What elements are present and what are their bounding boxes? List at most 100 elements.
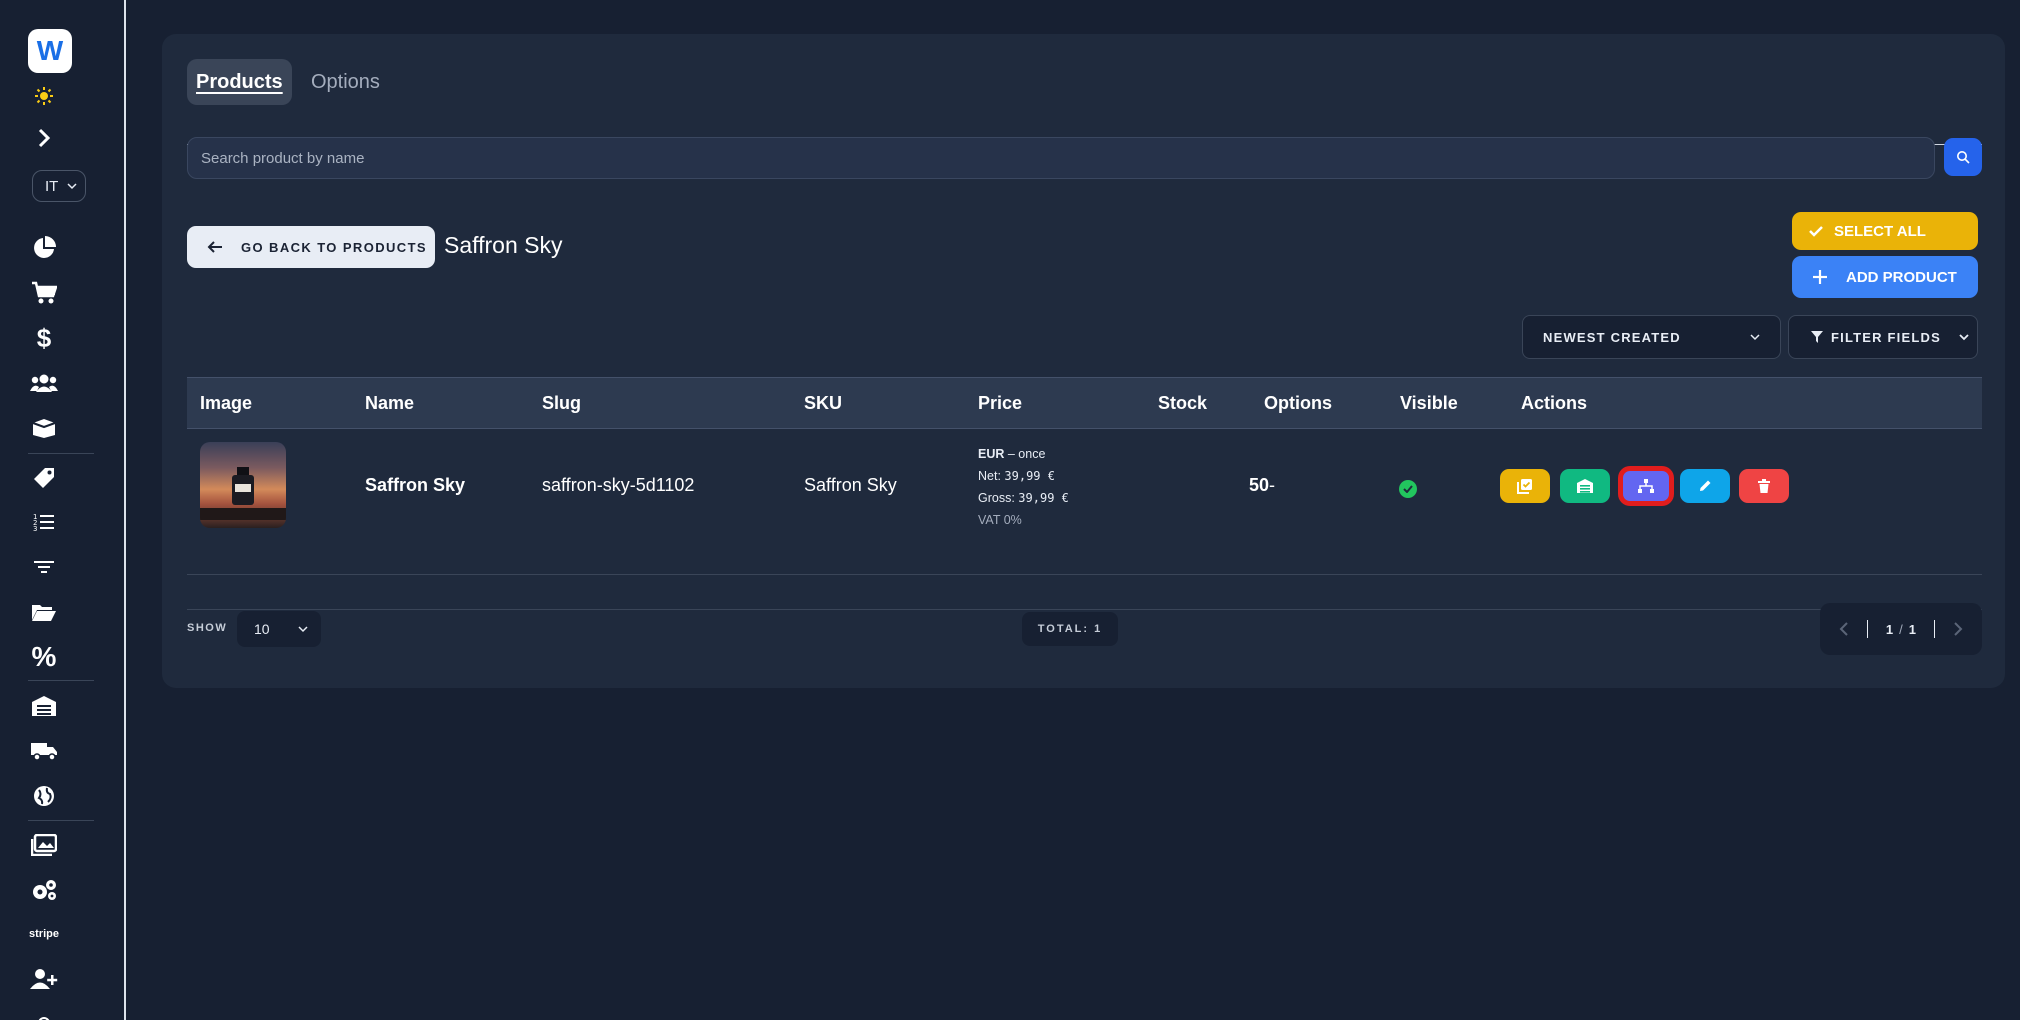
page-size-select[interactable]: 10 — [237, 611, 321, 647]
page-size-value: 10 — [254, 621, 270, 637]
search-icon — [1957, 151, 1970, 164]
delete-button[interactable] — [1739, 469, 1789, 503]
pagination: 1 / 1 — [1820, 603, 1982, 655]
warehouse-icon — [1577, 479, 1593, 493]
language-select[interactable]: IT — [32, 170, 86, 202]
select-all-button[interactable]: SELECT ALL — [1792, 212, 1978, 250]
tab-options[interactable]: Options — [302, 59, 389, 105]
users-icon[interactable] — [24, 365, 64, 401]
svg-text:3: 3 — [33, 525, 37, 532]
table-header: Image Name Slug SKU Price Stock Options … — [187, 377, 1982, 429]
sun-icon[interactable] — [24, 78, 64, 114]
back-button-label: GO BACK TO PRODUCTS — [241, 239, 427, 255]
location-icon[interactable] — [24, 1005, 64, 1020]
sidebar: W IT $ 123 % stripe — [0, 0, 126, 1020]
column-header-name[interactable]: Name — [365, 393, 414, 414]
warehouse-button[interactable] — [1560, 469, 1610, 503]
price-vat: VAT 0% — [978, 513, 1022, 527]
truck-icon[interactable] — [24, 733, 64, 769]
percent-icon[interactable]: % — [24, 639, 64, 675]
table-row[interactable]: Saffron Sky saffron-sky-5d1102 Saffron S… — [187, 429, 1982, 575]
images-icon[interactable] — [24, 827, 64, 863]
select-all-label: SELECT ALL — [1834, 222, 1926, 240]
column-header-image[interactable]: Image — [200, 393, 252, 414]
add-product-label: ADD PRODUCT — [1846, 268, 1957, 286]
chevron-down-icon — [67, 183, 77, 190]
plus-icon — [1813, 270, 1827, 284]
column-header-stock[interactable]: Stock — [1158, 393, 1207, 414]
column-header-sku[interactable]: SKU — [804, 393, 842, 414]
chevron-right-icon[interactable] — [1953, 621, 1963, 637]
stripe-logo[interactable]: stripe — [24, 916, 64, 952]
add-product-button[interactable]: ADD PRODUCT — [1792, 256, 1978, 298]
price-net-label: Net: — [978, 469, 1005, 483]
total-count: TOTAL: 1 — [1037, 623, 1103, 635]
product-stock: 50 — [1249, 475, 1270, 495]
logo-letter: W — [36, 35, 64, 66]
sitemap-icon — [1638, 479, 1654, 493]
dollar-icon[interactable]: $ — [24, 320, 64, 356]
tab-bar: Products Options — [187, 59, 1982, 145]
sidebar-divider — [28, 680, 94, 681]
language-value: IT — [45, 177, 59, 195]
back-to-products-button[interactable]: GO BACK TO PRODUCTS — [187, 226, 435, 268]
stripe-label: stripe — [29, 928, 59, 940]
price-currency-line: EUR – once — [978, 443, 1069, 465]
filter-lines-icon[interactable] — [24, 549, 64, 585]
pager-divider — [1933, 620, 1935, 638]
gears-icon[interactable] — [24, 872, 64, 908]
thumbnail-bottle-label — [235, 484, 251, 492]
ordered-list-icon[interactable]: 123 — [24, 504, 64, 540]
search-button[interactable] — [1944, 138, 1982, 176]
filter-fields-button[interactable]: FILTER FIELDS — [1788, 315, 1978, 359]
edit-button[interactable] — [1680, 469, 1730, 503]
thumbnail-slab — [200, 508, 286, 520]
page-title: Saffron Sky — [444, 232, 563, 258]
cart-icon[interactable] — [24, 275, 64, 311]
filter-fields-label: FILTER FIELDS — [1831, 329, 1941, 345]
product-sku: Saffron Sky — [804, 475, 897, 495]
chevron-down-icon — [1750, 334, 1760, 341]
warehouse-icon[interactable] — [24, 688, 64, 724]
chevron-left-icon[interactable] — [1839, 621, 1849, 637]
chevron-right-icon[interactable] — [24, 120, 64, 156]
product-thumbnail[interactable] — [200, 442, 286, 528]
tag-icon[interactable] — [24, 460, 64, 496]
page-separator: / — [1899, 621, 1903, 637]
user-plus-icon[interactable] — [24, 961, 64, 997]
globe-icon[interactable] — [24, 778, 64, 814]
arrow-left-icon — [207, 241, 222, 253]
sidebar-divider — [28, 453, 94, 454]
pencil-icon — [1700, 480, 1711, 491]
visible-check-icon — [1399, 480, 1417, 498]
column-header-price[interactable]: Price — [978, 393, 1022, 414]
price-mode: – once — [1004, 447, 1046, 461]
price-gross-label: Gross: — [978, 491, 1019, 505]
column-header-visible[interactable]: Visible — [1400, 393, 1458, 414]
price-gross: 39,99 € — [1018, 491, 1069, 505]
copy-icon — [1517, 479, 1532, 494]
check-icon — [1809, 226, 1823, 237]
products-panel: Products Options GO BACK TO PRODUCTS Saf… — [162, 34, 2005, 688]
chevron-down-icon — [298, 626, 308, 633]
show-label: SHOW — [187, 622, 228, 634]
funnel-icon — [1811, 331, 1823, 343]
tab-products[interactable]: Products — [187, 59, 292, 105]
sidebar-divider — [28, 820, 94, 821]
pie-chart-icon[interactable] — [24, 230, 64, 266]
variants-button[interactable] — [1621, 469, 1671, 503]
price-currency: EUR — [978, 447, 1005, 461]
search-input[interactable] — [187, 137, 1935, 179]
product-price: EUR – once Net: 39,99 € Gross: 39,99 € V… — [978, 443, 1069, 531]
box-icon[interactable] — [24, 410, 64, 446]
product-slug: saffron-sky-5d1102 — [542, 475, 695, 495]
app-logo[interactable]: W — [28, 29, 72, 73]
page-indicator: 1 / 1 — [1886, 622, 1916, 637]
folder-open-icon[interactable] — [24, 594, 64, 630]
column-header-options[interactable]: Options — [1264, 393, 1332, 414]
sort-select[interactable]: NEWEST CREATED — [1522, 315, 1781, 359]
table-footer-divider — [187, 609, 1982, 610]
duplicate-button[interactable] — [1500, 469, 1550, 503]
product-options: - — [1269, 475, 1275, 495]
column-header-slug[interactable]: Slug — [542, 393, 581, 414]
